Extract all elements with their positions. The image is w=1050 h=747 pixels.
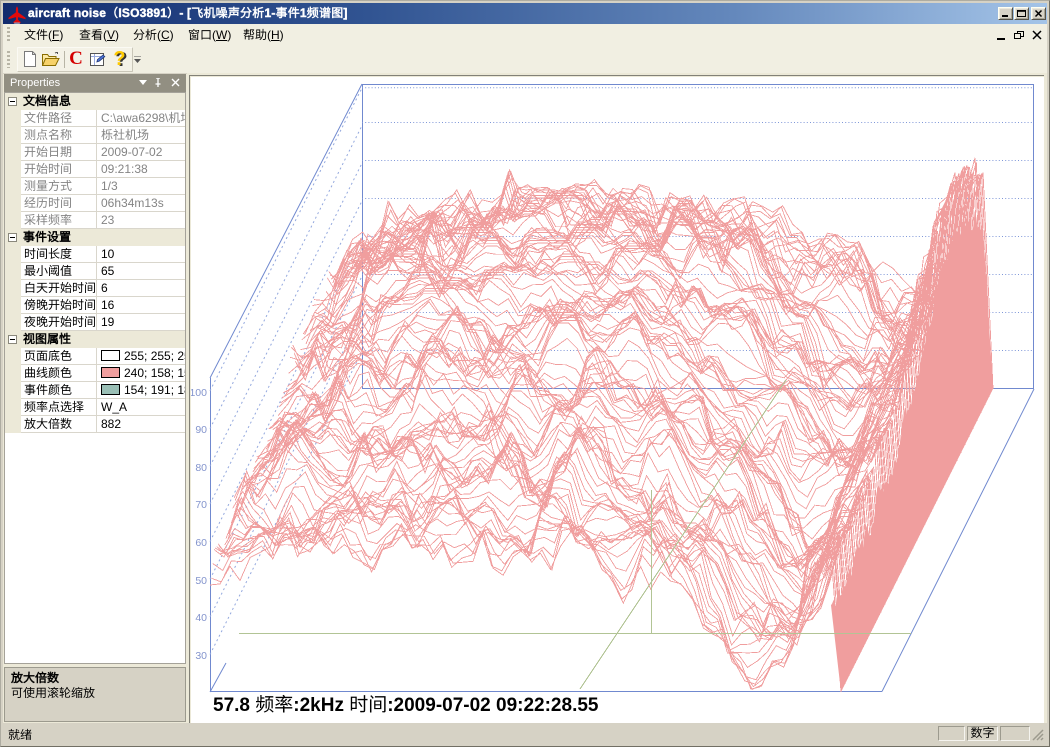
svg-text:70: 70 [195, 499, 207, 511]
svg-text:60: 60 [195, 537, 207, 549]
svg-text:30: 30 [195, 650, 207, 662]
svg-text:90: 90 [195, 424, 207, 436]
svg-text:100: 100 [191, 387, 207, 399]
svg-text:40: 40 [195, 612, 207, 624]
svg-text:80: 80 [195, 462, 207, 474]
svg-text:50: 50 [195, 575, 207, 587]
